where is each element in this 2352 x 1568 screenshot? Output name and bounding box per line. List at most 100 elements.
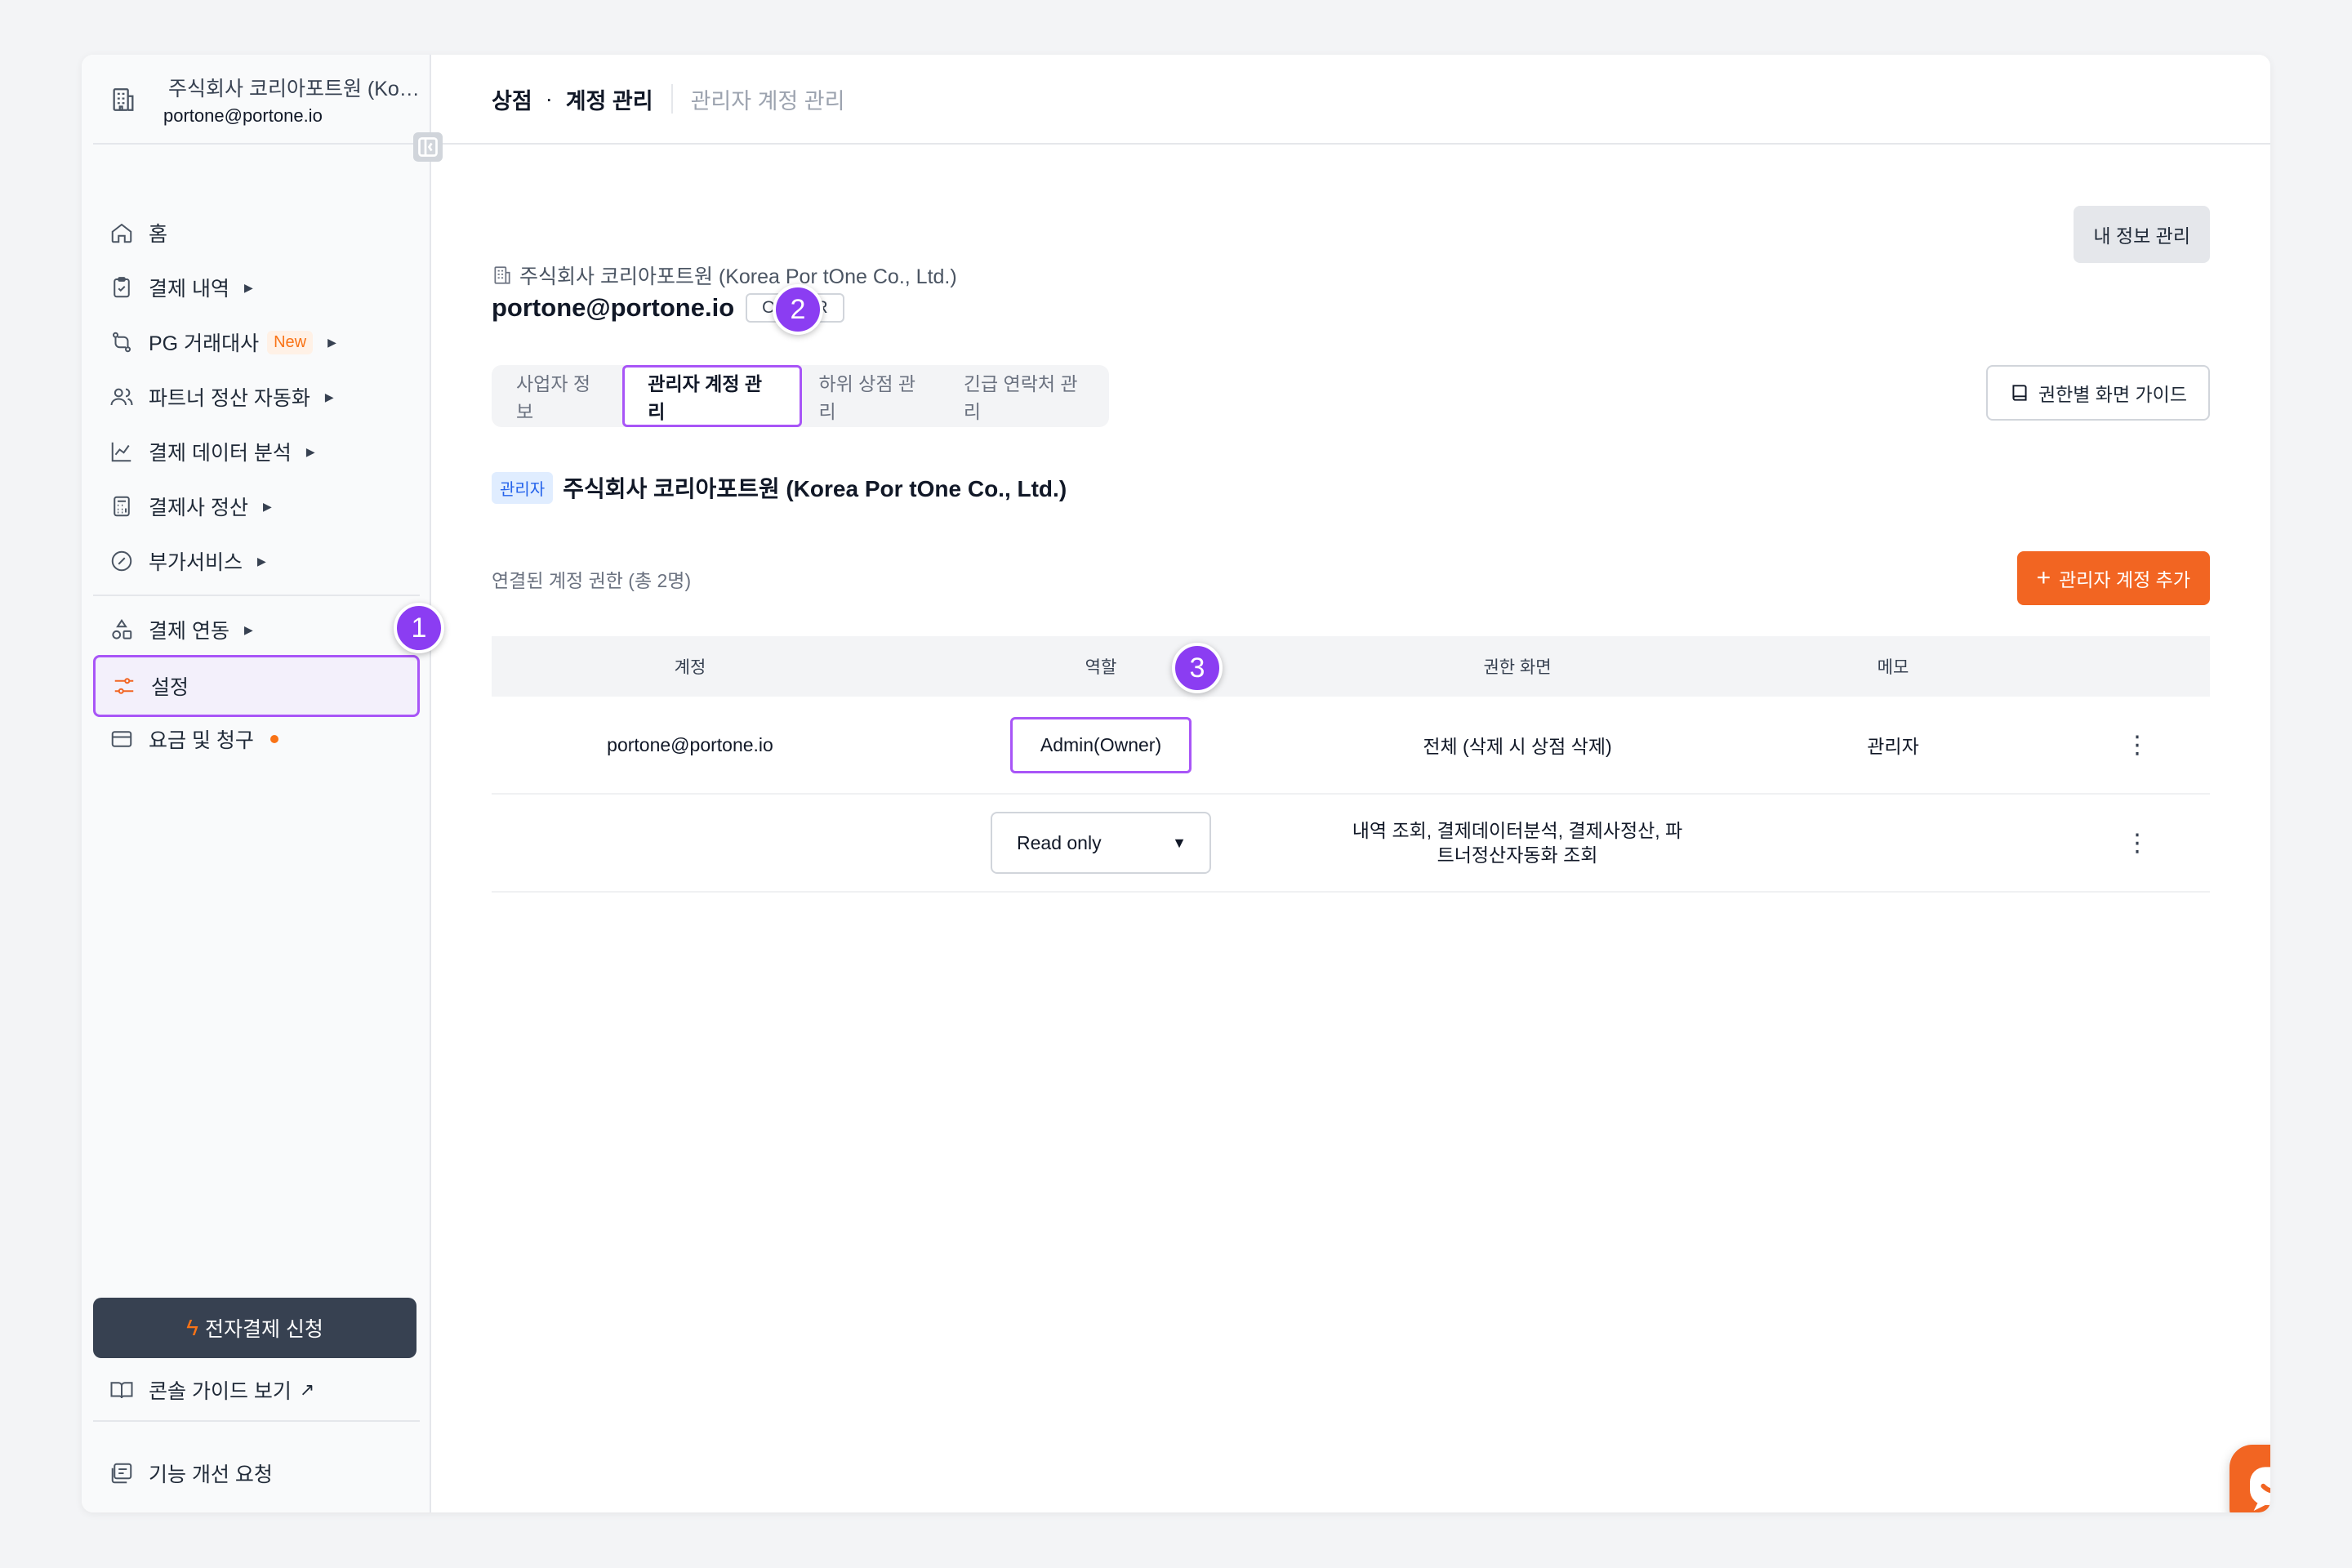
sidebar-item-label: 결제사 정산 <box>149 497 248 519</box>
building-icon <box>109 86 137 114</box>
sidebar-item-home[interactable]: 홈 <box>93 208 420 257</box>
console-guide-link[interactable]: 콘솔 가이드 보기 ↗ <box>93 1370 314 1410</box>
shapes-icon <box>109 617 134 642</box>
notification-dot <box>270 735 278 743</box>
sidebar-divider <box>93 595 420 596</box>
sidebar-item-payments[interactable]: 결제 내역 ▶ <box>93 263 420 312</box>
memo-cell: 관리자 <box>1867 736 1919 757</box>
sidebar-item-label: 결제 내역 <box>149 278 229 301</box>
sidebar-item-pg-reconcile[interactable]: PG 거래대사 New ▶ <box>93 318 420 367</box>
feedback-link[interactable]: 기능 개선 요청 <box>93 1453 273 1494</box>
sidebar-item-label: 파트너 정산 자동화 <box>149 387 310 410</box>
caret-down-icon: ▼ <box>1172 834 1187 851</box>
breadcrumb-section[interactable]: 상점 <box>492 83 532 115</box>
add-admin-button[interactable]: + 관리자 계정 추가 <box>2016 551 2210 605</box>
sidebar-item-integration[interactable]: 결제 연동 ▶ <box>93 605 420 654</box>
settings-sliders-icon <box>112 674 136 698</box>
chat-button[interactable] <box>2230 1445 2270 1512</box>
account-email: portone@portone.io <box>492 293 735 322</box>
app-window: 주식회사 코리아포트원 (Kore... portone@portone.io … <box>82 55 2270 1512</box>
role-select[interactable]: Read only ▼ <box>991 812 1211 874</box>
calculator-icon <box>109 494 134 519</box>
column-header: 계정 <box>674 658 706 677</box>
tab-bar: 사업자 정보 관리자 계정 관리 하위 상점 관리 긴급 연락처 관리 <box>492 365 1109 427</box>
sidebar-item-pg-settlement[interactable]: 결제사 정산 ▶ <box>93 482 420 531</box>
apply-payment-button[interactable]: ϟ 전자결제 신청 <box>93 1298 416 1358</box>
add-admin-label: 관리자 계정 추가 <box>2059 569 2190 590</box>
caret-right-icon: ▶ <box>243 280 253 294</box>
breadcrumb-dot: · <box>545 86 553 111</box>
caret-right-icon: ▶ <box>324 390 334 403</box>
admin-tag: 관리자 <box>492 471 554 504</box>
org-email: portone@portone.io <box>163 105 323 126</box>
breadcrumb-page[interactable]: 계정 관리 <box>566 83 653 115</box>
permission-text: 내역 조회, 결제데이터분석, 결제사정산, 파트너정산자동화 조회 <box>1352 820 1683 866</box>
sidebar-item-addons[interactable]: 부가서비스 ▶ <box>93 537 420 586</box>
org-name: 주식회사 코리아포트원 (Kore... <box>168 78 421 100</box>
sidebar-item-partner-settlement[interactable]: 파트너 정산 자동화 ▶ <box>93 372 420 421</box>
tab-business-info[interactable]: 사업자 정보 <box>500 373 622 422</box>
permission-guide-label: 권한별 화면 가이드 <box>2038 384 2187 405</box>
caret-right-icon: ▶ <box>262 499 272 513</box>
account-cell: portone@portone.io <box>607 733 773 755</box>
new-badge: New <box>267 330 314 354</box>
column-header: 역할 <box>1085 658 1117 677</box>
building-icon <box>492 265 513 286</box>
sidebar-item-settings[interactable]: 설정 <box>93 655 420 717</box>
tab-admin-accounts[interactable]: 관리자 계정 관리 <box>622 365 803 427</box>
book-open-icon <box>109 1378 134 1402</box>
accounts-table: 계정 역할 권한 화면 메모 portone@portone.io Admin(… <box>492 636 2210 893</box>
external-link-icon: ↗ <box>299 1379 315 1400</box>
step-badge-3: 3 <box>1172 643 1223 693</box>
sidebar-divider <box>93 1420 420 1422</box>
admin-name: 주식회사 코리아포트원 (Korea Por tOne Co., Ltd.) <box>563 476 1067 501</box>
permission-guide-button[interactable]: 권한별 화면 가이드 <box>1985 365 2210 421</box>
my-info-button[interactable]: 내 정보 관리 <box>2074 206 2210 263</box>
table-header: 계정 역할 권한 화면 메모 <box>492 636 2210 697</box>
role-select-value: Read only <box>1017 831 1102 853</box>
more-options-icon[interactable]: ⋮ <box>2065 829 2210 858</box>
sidebar-item-label: 요금 및 청구 <box>149 729 254 752</box>
permission-cell: 전체 (삭제 시 상점 삭제) <box>1423 736 1612 757</box>
role-cell: Read only ▼ <box>889 812 1313 874</box>
home-icon <box>109 220 134 245</box>
message-icon <box>109 1461 134 1486</box>
collapse-icon <box>418 137 438 157</box>
tab-sub-merchants[interactable]: 하위 상점 관리 <box>802 373 947 422</box>
apply-payment-label: 전자결제 신청 <box>204 1318 323 1341</box>
plus-icon: + <box>2036 564 2051 591</box>
more-options-icon[interactable]: ⋮ <box>2065 731 2210 760</box>
chat-icon <box>2250 1467 2270 1511</box>
book-icon <box>2009 382 2030 403</box>
step-badge-1: 1 <box>394 603 444 653</box>
sidebar-item-billing[interactable]: 요금 및 청구 <box>93 715 420 764</box>
credit-card-icon <box>109 727 134 751</box>
sidebar-item-analytics[interactable]: 결제 데이터 분석 ▶ <box>93 427 420 476</box>
sidebar-collapse-button[interactable] <box>413 132 443 162</box>
sidebar-item-label: 설정 <box>151 676 189 699</box>
route-icon <box>109 330 134 354</box>
sidebar-item-label: 결제 연동 <box>149 620 229 643</box>
column-header: 권한 화면 <box>1483 658 1552 677</box>
tab-emergency-contacts[interactable]: 긴급 연락처 관리 <box>947 373 1109 422</box>
breadcrumb: 상점 · 계정 관리 관리자 계정 관리 <box>433 55 2270 145</box>
feedback-label: 기능 개선 요청 <box>149 1463 273 1486</box>
bolt-icon: ϟ <box>186 1315 198 1340</box>
org-switcher[interactable]: 주식회사 코리아포트원 (Kore... portone@portone.io <box>93 55 421 145</box>
column-header: 메모 <box>1877 658 1909 677</box>
clipboard-icon <box>109 275 134 300</box>
merchant-name-text: 주식회사 코리아포트원 (Korea Por tOne Co., Ltd.) <box>519 265 957 288</box>
table-row: portone@portone.io Admin(Owner) 전체 (삭제 시… <box>492 697 2210 795</box>
role-value: Admin(Owner) <box>1009 716 1192 773</box>
sidebar-item-label: 부가서비스 <box>149 551 243 574</box>
sidebar-item-label: 결제 데이터 분석 <box>149 442 292 465</box>
step-badge-2: 2 <box>773 284 823 335</box>
caret-right-icon: ▶ <box>243 622 253 636</box>
sidebar-item-label: 홈 <box>149 223 168 246</box>
caret-right-icon: ▶ <box>305 444 315 458</box>
sidebar-item-label: PG 거래대사 <box>149 332 260 355</box>
gauge-icon <box>109 549 134 573</box>
caret-right-icon: ▶ <box>327 335 336 349</box>
role-cell: Admin(Owner) <box>889 716 1313 773</box>
admin-line: 관리자 주식회사 코리아포트원 (Korea Por tOne Co., Ltd… <box>492 471 1067 504</box>
